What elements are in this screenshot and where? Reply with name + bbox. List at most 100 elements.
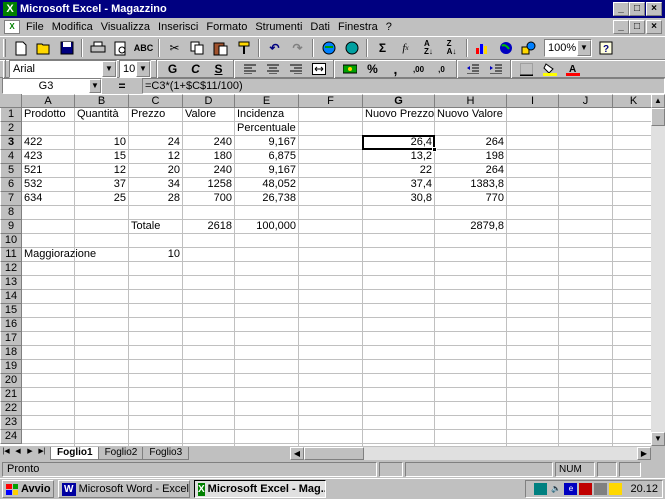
- cell-h1[interactable]: Nuovo Valore: [435, 108, 579, 122]
- column-header-c[interactable]: C: [129, 94, 183, 108]
- row-header-11[interactable]: 11: [0, 248, 22, 262]
- next-sheet-icon[interactable]: ▶: [24, 447, 36, 459]
- toolbar-grip[interactable]: [3, 60, 6, 78]
- decrease-decimal-icon[interactable]: ,0: [430, 58, 453, 80]
- save-icon[interactable]: [55, 37, 78, 59]
- cell-e6[interactable]: 48,052: [235, 178, 298, 192]
- cell-e4[interactable]: 6,875: [235, 150, 298, 164]
- scroll-left-icon[interactable]: ◀: [290, 447, 304, 460]
- maximize-button[interactable]: □: [629, 2, 645, 16]
- cell-c3[interactable]: 24: [129, 136, 182, 150]
- cell-c11[interactable]: 10: [129, 248, 182, 262]
- column-header-i[interactable]: I: [507, 94, 559, 108]
- active-cell-selection[interactable]: [362, 135, 435, 150]
- chevron-down-icon[interactable]: ▼: [89, 79, 101, 93]
- cell-g6[interactable]: 37,4: [363, 178, 434, 192]
- first-sheet-icon[interactable]: |◀: [0, 447, 12, 459]
- paste-icon[interactable]: [209, 37, 232, 59]
- horizontal-scroll-thumb[interactable]: [304, 447, 364, 460]
- menu-file[interactable]: File: [22, 19, 48, 35]
- underline-button[interactable]: S: [207, 58, 230, 80]
- print-icon[interactable]: [86, 37, 109, 59]
- cell-c4[interactable]: 12: [129, 150, 182, 164]
- chevron-down-icon[interactable]: ▼: [136, 61, 150, 77]
- row-header-8[interactable]: 8: [0, 206, 22, 220]
- workbook-icon[interactable]: X: [4, 20, 20, 34]
- last-sheet-icon[interactable]: ▶|: [36, 447, 48, 459]
- increase-indent-icon[interactable]: [484, 58, 507, 80]
- spreadsheet-grid[interactable]: A B C D E F G H I J K 1 2 3 4 5 6 7 8 9 10 11 12 13 14 15 16 17 18 19…: [0, 94, 651, 446]
- doc-minimize-button[interactable]: _: [613, 20, 629, 34]
- cell-e7[interactable]: 26,738: [235, 192, 298, 206]
- font-size-select[interactable]: 10 ▼: [119, 60, 151, 78]
- sheet-tab-foglio1[interactable]: Foglio1: [50, 446, 100, 460]
- row-header-24[interactable]: 24: [0, 430, 22, 444]
- cell-d5[interactable]: 240: [183, 164, 234, 178]
- scroll-down-icon[interactable]: ▼: [651, 432, 665, 446]
- cell-e5[interactable]: 9,167: [235, 164, 298, 178]
- web-toolbar-icon[interactable]: [340, 37, 363, 59]
- column-header-g[interactable]: G: [363, 94, 435, 108]
- scroll-right-icon[interactable]: ▶: [637, 447, 651, 460]
- cell-g5[interactable]: 22: [363, 164, 434, 178]
- cell-g4[interactable]: 13,2: [363, 150, 434, 164]
- comma-icon[interactable]: ,: [384, 58, 407, 80]
- copy-icon[interactable]: [186, 37, 209, 59]
- merge-center-icon[interactable]: [307, 58, 330, 80]
- column-header-a[interactable]: A: [22, 94, 75, 108]
- font-color-icon[interactable]: A: [561, 58, 584, 80]
- map-icon[interactable]: [494, 37, 517, 59]
- row-header-7[interactable]: 7: [0, 192, 22, 206]
- start-button[interactable]: Avvio: [2, 480, 54, 498]
- cell-c6[interactable]: 34: [129, 178, 182, 192]
- open-icon[interactable]: [32, 37, 55, 59]
- row-header-2[interactable]: 2: [0, 122, 22, 136]
- borders-icon[interactable]: [515, 58, 538, 80]
- cell-b6[interactable]: 37: [75, 178, 128, 192]
- sort-ascending-icon[interactable]: A Z↓: [417, 37, 440, 59]
- cell-b5[interactable]: 12: [75, 164, 128, 178]
- row-header-3[interactable]: 3: [0, 136, 22, 150]
- row-header-9[interactable]: 9: [0, 220, 22, 234]
- row-header-6[interactable]: 6: [0, 178, 22, 192]
- toolbar-grip[interactable]: [3, 39, 6, 57]
- cell-g7[interactable]: 30,8: [363, 192, 434, 206]
- bold-button[interactable]: G: [161, 58, 184, 80]
- align-right-icon[interactable]: [284, 58, 307, 80]
- cell-h4[interactable]: 198: [435, 150, 506, 164]
- sort-descending-icon[interactable]: Z A↓: [440, 37, 463, 59]
- cell-e3[interactable]: 9,167: [235, 136, 298, 150]
- cell-b4[interactable]: 15: [75, 150, 128, 164]
- antivirus-icon[interactable]: [609, 483, 623, 495]
- row-header-17[interactable]: 17: [0, 332, 22, 346]
- spelling-icon[interactable]: ABC: [132, 37, 155, 59]
- row-header-12[interactable]: 12: [0, 262, 22, 276]
- column-header-d[interactable]: D: [183, 94, 235, 108]
- cell-d7[interactable]: 700: [183, 192, 234, 206]
- column-header-h[interactable]: H: [435, 94, 507, 108]
- row-header-19[interactable]: 19: [0, 360, 22, 374]
- cell-h9[interactable]: 2879,8: [435, 220, 506, 234]
- ie-icon[interactable]: e: [564, 483, 578, 495]
- decrease-indent-icon[interactable]: [461, 58, 484, 80]
- close-button[interactable]: ×: [646, 2, 662, 16]
- network-icon[interactable]: [534, 483, 548, 495]
- column-header-f[interactable]: F: [299, 94, 363, 108]
- row-header-21[interactable]: 21: [0, 388, 22, 402]
- printer-icon[interactable]: [594, 483, 608, 495]
- cell-e9[interactable]: 100,000: [235, 220, 298, 234]
- cell-c5[interactable]: 20: [129, 164, 182, 178]
- row-header-16[interactable]: 16: [0, 318, 22, 332]
- fill-handle[interactable]: [432, 147, 437, 152]
- row-header-13[interactable]: 13: [0, 276, 22, 290]
- scroll-up-icon[interactable]: ▲: [651, 94, 665, 108]
- horizontal-scrollbar[interactable]: ◀ ▶: [290, 447, 651, 460]
- prev-sheet-icon[interactable]: ◀: [12, 447, 24, 459]
- menu-help[interactable]: ?: [382, 19, 396, 35]
- select-all-corner[interactable]: [0, 94, 22, 108]
- cell-b3[interactable]: 10: [75, 136, 128, 150]
- row-header-15[interactable]: 15: [0, 304, 22, 318]
- fill-color-icon[interactable]: [538, 58, 561, 80]
- chevron-down-icon[interactable]: ▼: [102, 61, 116, 77]
- doc-close-button[interactable]: ×: [646, 20, 662, 34]
